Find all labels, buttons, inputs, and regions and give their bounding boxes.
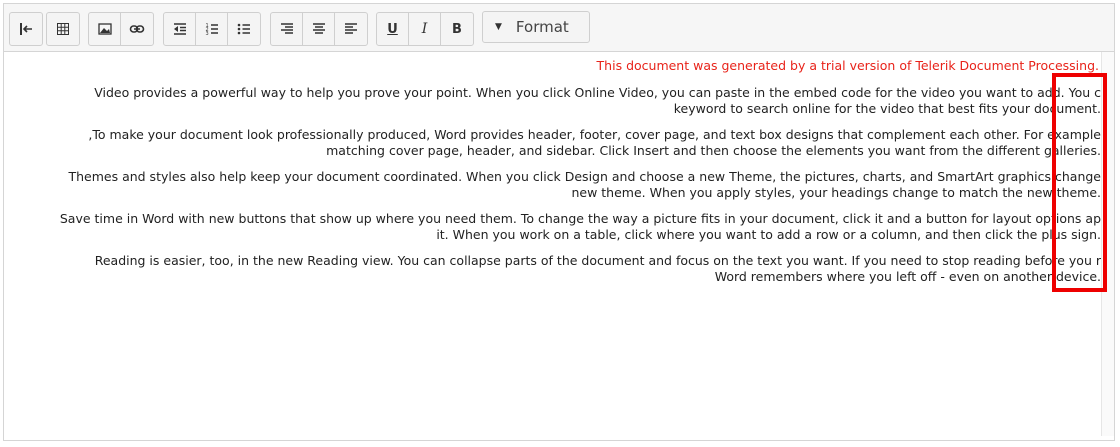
paragraph-line: .it. When you work on a table, click whe… [436, 227, 1101, 242]
align-left-button[interactable] [335, 13, 367, 45]
link-icon [129, 25, 145, 33]
svg-text:3: 3 [205, 31, 208, 37]
media-group [88, 12, 154, 46]
list-group: 123 [163, 12, 261, 46]
format-dropdown[interactable]: ▼ Format [482, 11, 590, 43]
insert-image-button[interactable] [89, 13, 121, 45]
paragraph: Video provides a powerful way to help yo… [94, 85, 1101, 117]
paragraph: Themes and styles also help keep your do… [68, 169, 1101, 201]
numbered-list-button[interactable]: 123 [196, 13, 228, 45]
text-style-group: U I B [376, 12, 474, 46]
bold-button[interactable]: B [441, 13, 473, 45]
paragraph-line: Video provides a powerful way to help yo… [94, 85, 1101, 100]
numbered-list-icon: 123 [205, 23, 218, 37]
format-dropdown-label: Format [515, 18, 569, 36]
paragraph-line: Reading is easier, too, in the new Readi… [94, 253, 1101, 268]
alignment-group [270, 12, 368, 46]
underline-button[interactable]: U [377, 13, 409, 45]
highlight-annotation-box [1052, 73, 1107, 292]
paragraph-line: Themes and styles also help keep your do… [68, 169, 1101, 184]
insert-table-button[interactable] [47, 13, 79, 45]
rich-text-editor: 123 U I B ▼ Format .This document was ge… [3, 3, 1115, 441]
outdent-icon [173, 23, 186, 35]
paragraph: To make your document look professionall… [88, 127, 1101, 159]
paragraph-line: To make your document look professionall… [88, 127, 1101, 142]
editor-toolbar: 123 U I B ▼ Format [4, 4, 1114, 52]
image-icon [97, 23, 112, 35]
align-right-button[interactable] [271, 13, 303, 45]
align-left-icon [345, 23, 357, 34]
italic-button[interactable]: I [409, 13, 441, 45]
collapse-left-button[interactable] [10, 13, 42, 45]
paragraph-line: .matching cover page, header, and sideba… [326, 143, 1101, 158]
outdent-button[interactable] [164, 13, 196, 45]
paragraph: Save time in Word with new buttons that … [60, 211, 1101, 243]
bulleted-list-button[interactable] [228, 13, 260, 45]
align-right-icon [280, 23, 293, 34]
document-content[interactable]: .This document was generated by a trial … [4, 52, 1101, 436]
collapse-left-icon [20, 23, 32, 35]
bulleted-list-icon [237, 23, 250, 35]
table-icon [57, 23, 69, 35]
align-center-button[interactable] [303, 13, 335, 45]
paragraph-line: Save time in Word with new buttons that … [59, 211, 1101, 226]
trial-notice: .This document was generated by a trial … [596, 58, 1099, 73]
paragraph-line: .keyword to search online for the video … [673, 101, 1101, 116]
paragraph: Reading is easier, too, in the new Readi… [95, 253, 1101, 285]
dropdown-caret-icon: ▼ [495, 22, 502, 32]
insert-link-button[interactable] [121, 13, 153, 45]
table-group [46, 12, 80, 46]
collapse-group [9, 12, 43, 46]
paragraph-line: .new theme. When you apply styles, your … [571, 185, 1101, 200]
paragraph-line: .Word remembers where you left off - eve… [714, 269, 1101, 284]
align-center-icon [312, 23, 325, 34]
